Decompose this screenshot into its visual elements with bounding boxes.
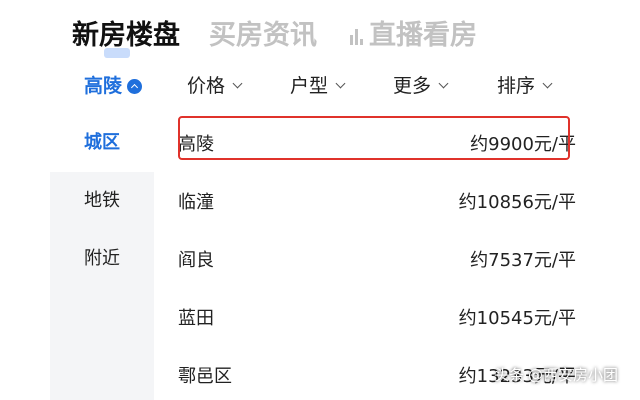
watermark-account: @西安房小团 <box>528 366 619 384</box>
district-price: 约7537元/平 <box>470 250 576 271</box>
chevron-down-icon <box>438 78 449 89</box>
filter-sort[interactable]: 排序 <box>497 72 553 100</box>
filter-layout-label: 户型 <box>290 75 329 97</box>
watermark: 头条 @西安房小团 <box>494 364 618 385</box>
selected-row-highlight <box>178 116 570 160</box>
chevron-down-icon <box>232 78 243 89</box>
tab-home-news[interactable]: 买房资讯 <box>209 18 317 54</box>
district-name: 临潼 <box>178 192 214 213</box>
chevron-down-icon <box>335 78 346 89</box>
filter-price-label: 价格 <box>187 75 226 97</box>
chevron-up-circle-icon <box>127 78 143 94</box>
tab-live-tour-label: 直播看房 <box>369 20 477 51</box>
list-item[interactable]: 阎良 约7537元/平 <box>178 230 576 288</box>
filter-bar: 高陵 价格 户型 更多 排序 <box>0 66 640 106</box>
sidebar-item-subway[interactable]: 地铁 <box>50 172 154 230</box>
district-name: 鄠邑区 <box>178 366 232 387</box>
top-tab-bar: 新房楼盘 买房资讯 直播看房 <box>0 0 640 70</box>
district-price: 约10856元/平 <box>458 192 576 213</box>
filter-sort-label: 排序 <box>497 75 536 97</box>
district-price: 约10545元/平 <box>458 308 576 329</box>
filter-more[interactable]: 更多 <box>393 72 449 100</box>
watermark-brand: 头条 <box>494 366 525 384</box>
live-bars-icon <box>350 25 363 47</box>
sidebar-item-nearby[interactable]: 附近 <box>50 230 154 288</box>
filter-more-label: 更多 <box>393 75 432 97</box>
district-name: 蓝田 <box>178 308 214 329</box>
list-item[interactable]: 蓝田 约10545元/平 <box>178 288 576 346</box>
filter-layout[interactable]: 户型 <box>290 72 346 100</box>
list-item[interactable]: 临潼 约10856元/平 <box>178 172 576 230</box>
active-tab-indicator <box>104 48 130 58</box>
chevron-down-icon <box>542 78 553 89</box>
filter-region-label: 高陵 <box>84 75 123 97</box>
filter-region[interactable]: 高陵 <box>84 72 143 100</box>
tab-live-tour[interactable]: 直播看房 <box>350 18 477 54</box>
location-type-sidebar: 城区 地铁 附近 <box>50 114 154 400</box>
filter-price[interactable]: 价格 <box>187 72 243 100</box>
sidebar-item-district[interactable]: 城区 <box>50 114 154 172</box>
district-name: 阎良 <box>178 250 214 271</box>
